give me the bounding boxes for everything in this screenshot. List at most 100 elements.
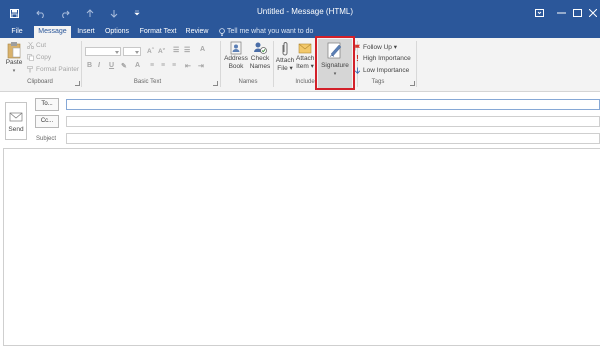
customize-icon[interactable] — [132, 6, 142, 20]
basic-text-launcher-icon[interactable] — [213, 81, 218, 86]
close-icon[interactable] — [586, 6, 600, 20]
copy-label: Copy — [36, 54, 52, 61]
paintbrush-icon — [27, 66, 33, 73]
low-importance-label: Low Importance — [363, 67, 410, 74]
address-book-label-line1: Address — [224, 55, 248, 62]
lightbulb-icon — [219, 28, 225, 36]
send-label: Send — [8, 126, 24, 133]
tab-review[interactable]: Review — [184, 26, 210, 38]
paste-dropdown-arrow: ▾ — [12, 68, 16, 74]
tab-options[interactable]: Options — [102, 26, 132, 38]
numbering-icon[interactable]: ☰ — [184, 46, 190, 54]
exclamation-icon: ! — [356, 54, 359, 63]
shrink-font-icon[interactable]: Av — [158, 46, 165, 55]
scissors-icon — [27, 42, 34, 49]
send-icon — [9, 112, 23, 122]
cc-field[interactable] — [66, 116, 600, 127]
group-separator — [273, 41, 274, 87]
cut-label: Cut — [36, 42, 47, 49]
tell-me-text: Tell me what you want to do — [227, 28, 314, 35]
font-name-combo[interactable] — [85, 47, 121, 56]
group-label-clipboard: Clipboard — [27, 79, 53, 85]
group-separator — [220, 41, 221, 87]
paperclip-icon — [282, 42, 288, 56]
ribbon: Paste ▾ Cut Copy Format Painter Clipboar… — [0, 38, 600, 92]
attach-file-button[interactable]: Attach File ▾ — [275, 41, 295, 73]
undo-icon[interactable] — [34, 6, 48, 20]
minimize-icon[interactable] — [554, 6, 568, 20]
to-button[interactable]: To... — [35, 98, 59, 111]
tell-me-search[interactable]: Tell me what you want to do — [219, 26, 313, 38]
address-book-label-line2: Book — [228, 63, 244, 70]
check-names-button[interactable]: Check Names — [249, 41, 271, 71]
follow-up-label: Follow Up ▾ — [363, 44, 397, 51]
align-center-icon[interactable]: ≡ — [161, 62, 165, 69]
bold-button[interactable]: B — [87, 62, 92, 69]
up-arrow-icon[interactable] — [84, 6, 96, 20]
ribbon-display-options-icon[interactable] — [532, 6, 546, 20]
cc-button[interactable]: Cc... — [35, 115, 59, 128]
tab-format-text[interactable]: Format Text — [137, 26, 179, 38]
low-importance-button[interactable]: Low Importance — [354, 67, 409, 74]
attach-file-label-line1: Attach — [275, 57, 295, 64]
attach-file-label-line2: File ▾ — [277, 65, 293, 72]
grow-font-icon[interactable]: A^ — [147, 46, 154, 55]
subject-field[interactable] — [66, 133, 600, 144]
font-color-icon[interactable]: A — [135, 62, 140, 69]
subject-label: Subject — [36, 136, 57, 142]
font-size-combo[interactable] — [123, 47, 141, 56]
paste-icon — [7, 42, 21, 59]
increase-indent-icon[interactable]: ⇥ — [198, 62, 204, 70]
maximize-icon[interactable] — [570, 6, 584, 20]
redo-icon[interactable] — [58, 6, 72, 20]
format-painter-button[interactable]: Format Painter — [27, 66, 79, 73]
group-separator — [416, 41, 417, 87]
group-label-basic-text: Basic Text — [133, 79, 162, 85]
check-names-icon — [253, 42, 267, 54]
attach-item-label-line2: Item ▾ — [296, 63, 314, 70]
high-importance-button[interactable]: ! High Importance — [354, 54, 411, 63]
signature-highlight-frame — [315, 36, 355, 90]
tab-file[interactable]: File — [4, 26, 30, 38]
title-bar: Untitled - Message (HTML) — [0, 0, 600, 26]
down-arrow-icon[interactable] — [108, 6, 120, 20]
clear-formatting-icon[interactable]: A — [200, 46, 205, 53]
red-flag-icon — [354, 44, 360, 50]
check-names-label-line1: Check — [250, 55, 270, 62]
address-book-button[interactable]: Address Book — [224, 41, 248, 71]
group-separator — [81, 41, 82, 87]
send-button[interactable]: Send — [5, 102, 27, 140]
high-importance-label: High Importance — [363, 55, 411, 62]
save-icon[interactable] — [8, 6, 20, 20]
copy-button[interactable]: Copy — [27, 54, 51, 61]
follow-up-button[interactable]: Follow Up ▾ — [354, 43, 397, 51]
attach-item-label-line1: Attach — [296, 55, 314, 62]
check-names-label-line2: Names — [249, 63, 271, 70]
envelope-icon — [298, 43, 312, 54]
decrease-indent-icon[interactable]: ⇤ — [185, 62, 191, 70]
italic-button[interactable]: I — [98, 62, 100, 69]
cut-button[interactable]: Cut — [27, 42, 46, 49]
window-title: Untitled - Message (HTML) — [256, 7, 354, 16]
tab-message[interactable]: Message — [34, 26, 71, 38]
clipboard-launcher-icon[interactable] — [75, 81, 80, 86]
group-label-tags: Tags — [371, 79, 385, 85]
ribbon-tab-bar: File Message Insert Options Format Text … — [0, 26, 600, 38]
tags-launcher-icon[interactable] — [410, 81, 415, 86]
attach-item-button[interactable]: Attach Item ▾ — [296, 41, 314, 71]
underline-button[interactable]: U — [109, 62, 114, 69]
highlight-color-icon[interactable]: ✎ — [121, 62, 127, 70]
paste-label: Paste — [5, 59, 23, 66]
tab-insert[interactable]: Insert — [74, 26, 98, 38]
paste-button[interactable]: Paste ▾ — [4, 41, 24, 75]
group-label-names: Names — [238, 79, 258, 85]
bullets-icon[interactable]: ☰ — [173, 46, 179, 54]
copy-icon — [27, 54, 34, 61]
format-painter-label: Format Painter — [36, 66, 79, 73]
message-body[interactable] — [3, 148, 600, 346]
down-arrow-importance-icon — [354, 67, 361, 74]
align-left-icon[interactable]: ≡ — [150, 62, 154, 69]
address-book-icon — [230, 41, 242, 55]
to-field[interactable] — [66, 99, 600, 110]
align-right-icon[interactable]: ≡ — [172, 62, 176, 69]
